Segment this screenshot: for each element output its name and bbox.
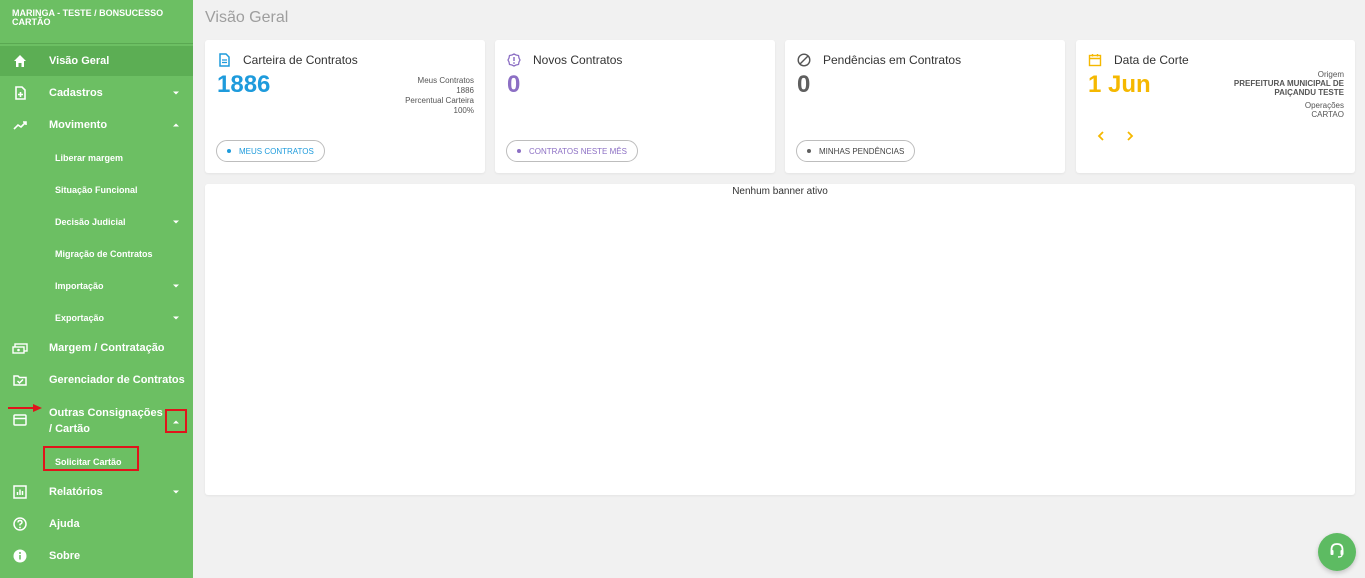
sidebar-item-relatorios[interactable]: Relatórios (0, 477, 193, 507)
side-value: CARTAO (1311, 110, 1344, 119)
card-side-info: Origem PREFEITURA MUNICIPAL DE PAIÇANDU … (1234, 70, 1344, 119)
card-icon (12, 412, 28, 428)
card-value: 0 (507, 71, 521, 98)
side-value: 1886 (456, 86, 474, 95)
sidebar-item-importacao[interactable]: Importação (0, 271, 193, 301)
info-icon (12, 548, 28, 564)
dot-icon (517, 149, 521, 153)
sidebar-item-label: Gerenciador de Contratos (49, 374, 185, 386)
annotation-arrow (8, 404, 42, 412)
side-label: Percentual Carteira (405, 96, 474, 105)
support-fab-button[interactable] (1318, 533, 1356, 571)
sidebar-item-liberar-margem[interactable]: Liberar margem (0, 143, 193, 173)
sidebar-item-ajuda[interactable]: Ajuda (0, 509, 193, 539)
pill-label: MINHAS PENDÊNCIAS (819, 146, 905, 156)
sidebar-item-sobre[interactable]: Sobre (0, 541, 193, 571)
annotation-box-caret (165, 409, 187, 433)
chevron-down-icon[interactable] (170, 312, 182, 324)
sidebar-item-decisao-judicial[interactable]: Decisão Judicial (0, 207, 193, 237)
sidebar-item-label: Cadastros (49, 87, 103, 99)
pill-label: CONTRATOS NESTE MÊS (529, 146, 627, 156)
card-carteira-contratos: Carteira de Contratos 1886 Meus Contrato… (205, 40, 485, 173)
sidebar-item-label: Visão Geral (49, 55, 110, 67)
checked-folder-icon (12, 372, 28, 388)
sidebar-item-label: Decisão Judicial (55, 217, 126, 227)
home-icon (12, 53, 28, 69)
block-icon (797, 53, 811, 67)
sidebar-item-label: Exportação (55, 313, 105, 323)
sidebar-item-label: Liberar margem (55, 153, 124, 163)
card-value: 0 (797, 71, 811, 98)
trending-up-icon (12, 117, 28, 133)
sidebar-item-exportacao[interactable]: Exportação (0, 303, 193, 333)
card-title: Pendências em Contratos (823, 53, 962, 67)
side-value: 100% (453, 106, 474, 115)
sidebar-item-label: Importação (55, 281, 104, 291)
money-icon (12, 340, 28, 356)
sidebar-item-visao-geral[interactable]: Visão Geral (0, 46, 193, 76)
company-name: MARINGA - TESTE / BONSUCESSO CARTÃO (0, 0, 193, 44)
headset-icon (1328, 541, 1346, 564)
card-title: Carteira de Contratos (243, 53, 358, 67)
dot-icon (227, 149, 231, 153)
sidebar-item-gerenciador-contratos[interactable]: Gerenciador de Contratos (0, 365, 193, 395)
chevron-down-icon[interactable] (170, 280, 182, 292)
chart-icon (12, 484, 28, 500)
side-value: PREFEITURA MUNICIPAL DE (1233, 79, 1344, 88)
sidebar-item-margem-contratacao[interactable]: Margem / Contratação (0, 333, 193, 363)
sidebar-item-label: Sobre (49, 550, 81, 562)
sidebar-item-cadastros[interactable]: Cadastros (0, 78, 193, 108)
help-icon (12, 516, 28, 532)
annotation-box-solicitar (43, 446, 139, 471)
chevron-left-icon[interactable] (1096, 129, 1106, 147)
sidebar-item-label: Relatórios (49, 486, 103, 498)
sidebar-item-label: Outras Consignações / Cartão (49, 407, 163, 435)
minhas-pendencias-button[interactable]: MINHAS PENDÊNCIAS (796, 140, 916, 162)
contratos-neste-mes-button[interactable]: CONTRATOS NESTE MÊS (506, 140, 638, 162)
banner-area: Nenhum banner ativo (205, 184, 1355, 495)
card-value: 1 Jun (1088, 71, 1151, 98)
chevron-up-icon[interactable] (170, 119, 182, 131)
chevron-right-icon[interactable] (1125, 129, 1135, 147)
chevron-down-icon[interactable] (170, 216, 182, 228)
card-value: 1886 (217, 71, 271, 98)
meus-contratos-button[interactable]: MEUS CONTRATOS (216, 140, 325, 162)
sidebar-item-label: Movimento (49, 119, 108, 131)
sidebar-item-label: Ajuda (49, 518, 80, 530)
pill-label: MEUS CONTRATOS (239, 146, 314, 156)
banner-empty-text: Nenhum banner ativo (732, 186, 828, 197)
chevron-down-icon[interactable] (170, 87, 182, 99)
card-pendencias-contratos: Pendências em Contratos 0 MINHAS PENDÊNC… (785, 40, 1065, 173)
card-novos-contratos: Novos Contratos 0 CONTRATOS NESTE MÊS (495, 40, 775, 173)
sidebar-item-migracao-contratos[interactable]: Migração de Contratos (0, 239, 193, 269)
page-title: Visão Geral (205, 9, 289, 26)
card-title: Novos Contratos (533, 53, 623, 67)
card-data-corte: Data de Corte 1 Jun Origem PREFEITURA MU… (1076, 40, 1355, 173)
alert-circle-icon (507, 53, 521, 67)
add-document-icon (12, 85, 28, 101)
dot-icon (807, 149, 811, 153)
card-title: Data de Corte (1114, 53, 1189, 67)
sidebar-item-situacao-funcional[interactable]: Situação Funcional (0, 175, 193, 205)
sidebar-item-label: Situação Funcional (55, 185, 138, 195)
sidebar-item-label: Margem / Contratação (49, 342, 165, 354)
side-label: Meus Contratos (417, 76, 474, 85)
side-label: Operações (1304, 101, 1344, 110)
sidebar-item-label: Migração de Contratos (55, 249, 153, 259)
document-icon (217, 53, 231, 67)
side-label: Origem (1317, 70, 1344, 79)
card-side-info: Meus Contratos 1886 Percentual Carteira … (405, 76, 474, 116)
side-value: PAIÇANDU TESTE (1274, 88, 1344, 97)
chevron-down-icon[interactable] (170, 486, 182, 498)
calendar-icon (1088, 53, 1102, 67)
sidebar: MARINGA - TESTE / BONSUCESSO CARTÃO Visã… (0, 0, 193, 578)
sidebar-item-movimento[interactable]: Movimento (0, 110, 193, 140)
